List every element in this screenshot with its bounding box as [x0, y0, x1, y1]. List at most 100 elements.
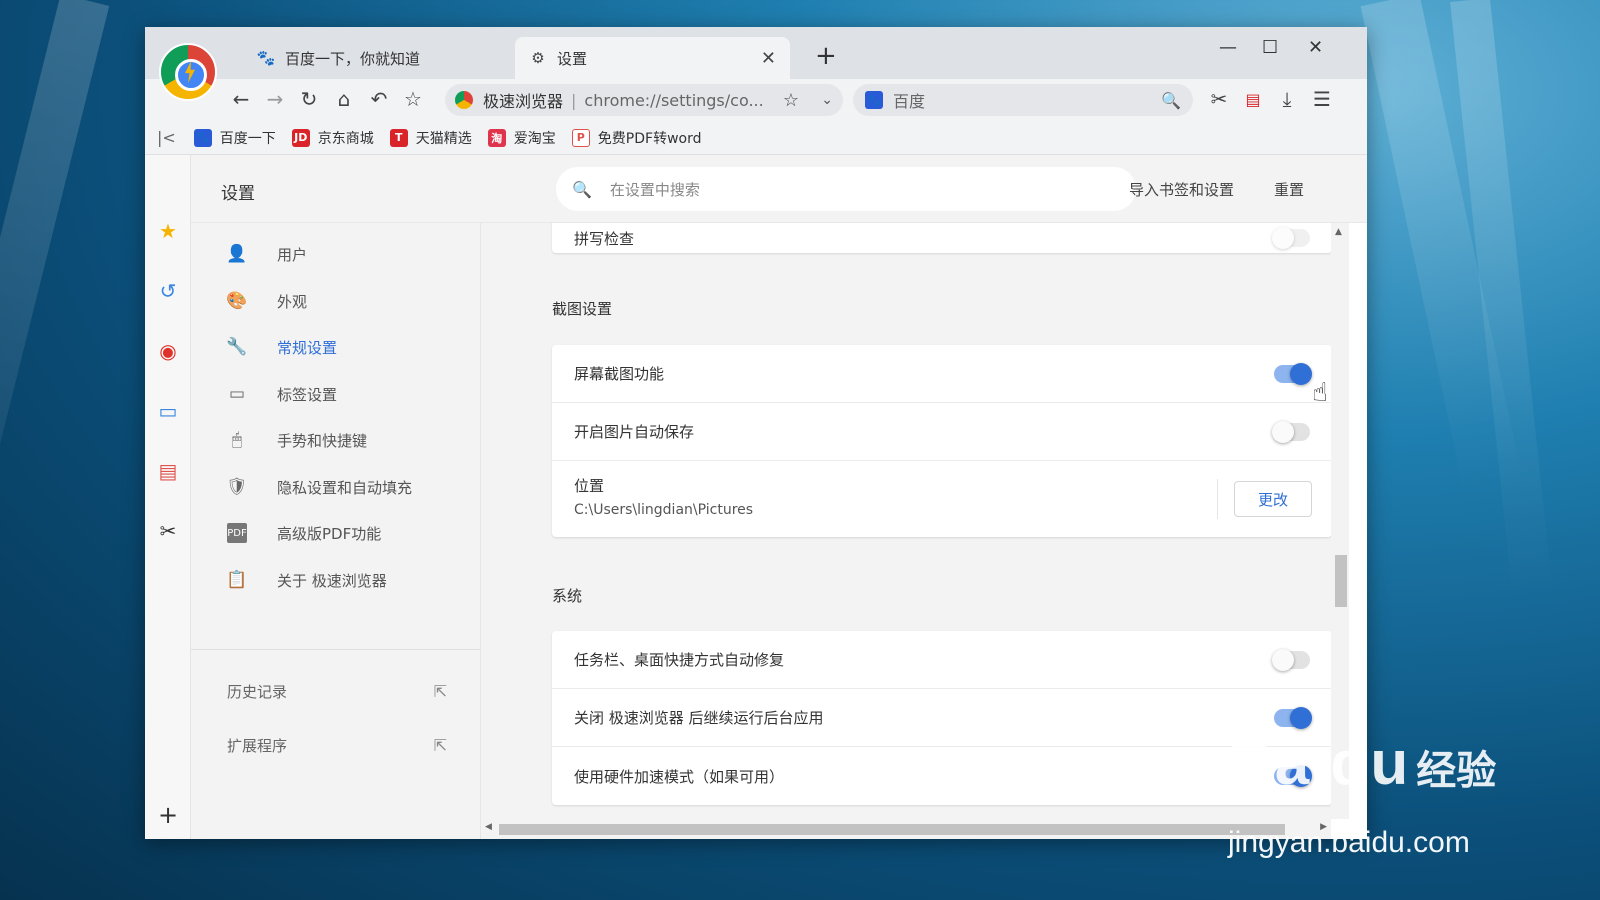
collapse-sidebar-icon[interactable]: |<	[157, 128, 176, 147]
site-icon	[455, 91, 473, 109]
nav-link-extensions[interactable]: 扩展程序 ⇱	[227, 735, 447, 756]
nav-item-user[interactable]: 👤 用户	[191, 232, 481, 276]
tab-icon: ▭	[228, 384, 246, 404]
external-link-icon: ⇱	[433, 682, 447, 701]
clipboard-icon: 📋	[226, 570, 248, 590]
menu-icon[interactable]: ☰	[1308, 85, 1336, 113]
history-icon[interactable]: ↺	[156, 279, 180, 303]
baidu-paw-icon: 🐾	[193, 128, 212, 147]
nav-item-gestures[interactable]: 🖱 手势和快捷键	[191, 418, 481, 462]
hardware-acceleration-row[interactable]: 使用硬件加速模式（如果可用）	[552, 747, 1331, 805]
taskbar-repair-row[interactable]: 任务栏、桌面快捷方式自动修复	[552, 631, 1331, 689]
scroll-up-icon[interactable]: ▲	[1335, 227, 1342, 237]
pdf-icon: PDF	[227, 523, 247, 543]
search-engine-box[interactable]: 🐾 百度 🔍	[853, 84, 1193, 116]
undo-close-button[interactable]: ↶	[365, 85, 393, 113]
browser-window: 🐾 百度一下，你就知道 ⚙ 设置 ✕ + — ☐ ✕ ← → ↻ ⌂ ↶ ☆ 极…	[145, 27, 1367, 839]
browser-name: 极速浏览器	[483, 92, 564, 111]
minimize-button[interactable]: —	[1219, 37, 1237, 58]
favorites-star-icon[interactable]: ★	[156, 219, 180, 243]
spellcheck-card: 拼写检查	[552, 223, 1331, 253]
watermark-url: jingyan.baidu.com	[1228, 826, 1470, 859]
background-apps-row[interactable]: 关闭 极速浏览器 后继续运行后台应用	[552, 689, 1331, 747]
tab-settings[interactable]: ⚙ 设置 ✕	[515, 37, 790, 79]
nav-item-privacy[interactable]: 🛡 隐私设置和自动填充	[191, 465, 481, 509]
bookmark-tmall[interactable]: T 天猫精选	[389, 128, 472, 148]
scissors-icon[interactable]: ✂	[1205, 85, 1233, 113]
section-title-screenshot: 截图设置	[552, 300, 613, 318]
jd-icon: JD	[291, 128, 310, 147]
screenshot-feature-row[interactable]: 屏幕截图功能	[552, 345, 1331, 403]
close-tab-icon[interactable]: ✕	[761, 48, 776, 69]
scrollbar-thumb[interactable]	[1335, 555, 1347, 607]
watermark-brand: Baidu	[1228, 729, 1411, 798]
bookmark-pdf-to-word[interactable]: P 免费PDF转word	[571, 128, 701, 148]
spellcheck-row[interactable]: 拼写检查	[552, 223, 1331, 253]
back-button[interactable]: ←	[227, 85, 255, 113]
reset-link[interactable]: 重置	[1274, 179, 1304, 200]
bookmark-baidu[interactable]: 🐾 百度一下	[193, 128, 276, 148]
nav-item-appearance[interactable]: 🎨 外观	[191, 279, 481, 323]
section-title-system: 系统	[552, 587, 583, 605]
scroll-left-icon[interactable]: ◀	[485, 822, 492, 832]
settings-search-input[interactable]: 🔍 在设置中搜索	[556, 167, 1136, 211]
separator: |	[571, 90, 577, 110]
scrollbar-thumb[interactable]	[499, 824, 1285, 835]
tab-label: 百度一下，你就知道	[285, 49, 421, 68]
card-icon[interactable]: ▭	[156, 399, 180, 423]
system-card: 任务栏、桌面快捷方式自动修复 关闭 极速浏览器 后继续运行后台应用 使用硬件加速…	[552, 631, 1331, 805]
pdf-icon[interactable]: ▤	[1239, 85, 1267, 113]
nav-item-pdf[interactable]: PDF 高级版PDF功能	[191, 511, 481, 555]
pdf-icon: P	[571, 128, 590, 147]
forward-button[interactable]: →	[261, 85, 289, 113]
download-icon[interactable]: ⤓	[1273, 85, 1301, 113]
mouse-icon: 🖱	[231, 430, 243, 450]
watermark-brand-cn: 经验	[1416, 749, 1497, 793]
pdf-icon[interactable]: ▤	[156, 459, 180, 483]
settings-header: 设置 🔍 在设置中搜索 导入书签和设置 重置	[191, 155, 1367, 223]
search-icon[interactable]: 🔍	[1161, 91, 1181, 110]
reload-button[interactable]: ↻	[295, 85, 323, 113]
spellcheck-toggle[interactable]	[1272, 227, 1310, 249]
taskbar-repair-toggle[interactable]	[1272, 648, 1310, 671]
star-icon[interactable]: ☆	[783, 90, 799, 111]
address-bar[interactable]: 极速浏览器 | chrome://settings/co... ☆ ⌄	[445, 84, 843, 116]
bookmarks-bar: |< 🐾 百度一下 JD 京东商城 T 天猫精选 淘 爱淘宝 P 免费PDF转w…	[145, 121, 1367, 155]
nav-item-about[interactable]: 📋 关于 极速浏览器	[191, 558, 481, 602]
home-button[interactable]: ⌂	[330, 85, 358, 113]
scissors-icon[interactable]: ✂	[156, 519, 180, 543]
chevron-down-icon[interactable]: ⌄	[821, 92, 833, 108]
nav-divider	[191, 649, 481, 650]
search-icon: 🔍	[572, 179, 592, 199]
auto-save-row[interactable]: 开启图片自动保存	[552, 403, 1331, 461]
bookmark-star-button[interactable]: ☆	[399, 85, 427, 113]
import-bookmarks-link[interactable]: 导入书签和设置	[1129, 179, 1234, 200]
auto-save-toggle[interactable]	[1272, 420, 1310, 443]
url-text: chrome://settings/co...	[584, 90, 764, 110]
change-location-button[interactable]: 更改	[1234, 481, 1312, 517]
weibo-icon[interactable]: ◉	[156, 339, 180, 363]
user-icon: 👤	[226, 244, 248, 264]
browser-logo	[159, 43, 217, 101]
tab-strip: 🐾 百度一下，你就知道 ⚙ 设置 ✕ + — ☐ ✕	[145, 27, 1367, 79]
toolbar: ← → ↻ ⌂ ↶ ☆ 极速浏览器 | chrome://settings/co…	[145, 79, 1367, 121]
tab-baidu[interactable]: 🐾 百度一下，你就知道	[249, 37, 514, 79]
nav-item-tabs[interactable]: ▭ 标签设置	[191, 372, 481, 416]
bookmark-aitaobao[interactable]: 淘 爱淘宝	[487, 128, 556, 148]
search-placeholder: 在设置中搜索	[609, 180, 700, 199]
baidu-paw-icon: 🐾	[865, 91, 883, 109]
nav-item-general[interactable]: 🔧 常规设置	[191, 325, 481, 369]
screenshot-feature-toggle[interactable]	[1274, 362, 1312, 385]
baidu-watermark: Baidu 经验	[1228, 728, 1496, 799]
add-icon[interactable]: +	[156, 801, 180, 829]
nav-link-history[interactable]: 历史记录 ⇱	[227, 681, 447, 702]
background-apps-toggle[interactable]	[1274, 706, 1312, 729]
horizontal-scrollbar[interactable]: ◀ ▶	[481, 819, 1331, 839]
tmall-icon: T	[389, 128, 408, 147]
new-tab-button[interactable]: +	[815, 41, 837, 71]
maximize-button[interactable]: ☐	[1262, 37, 1278, 58]
close-window-button[interactable]: ✕	[1308, 37, 1323, 58]
palette-icon: 🎨	[226, 291, 248, 311]
divider	[1217, 479, 1218, 519]
bookmark-jd[interactable]: JD 京东商城	[291, 128, 374, 148]
